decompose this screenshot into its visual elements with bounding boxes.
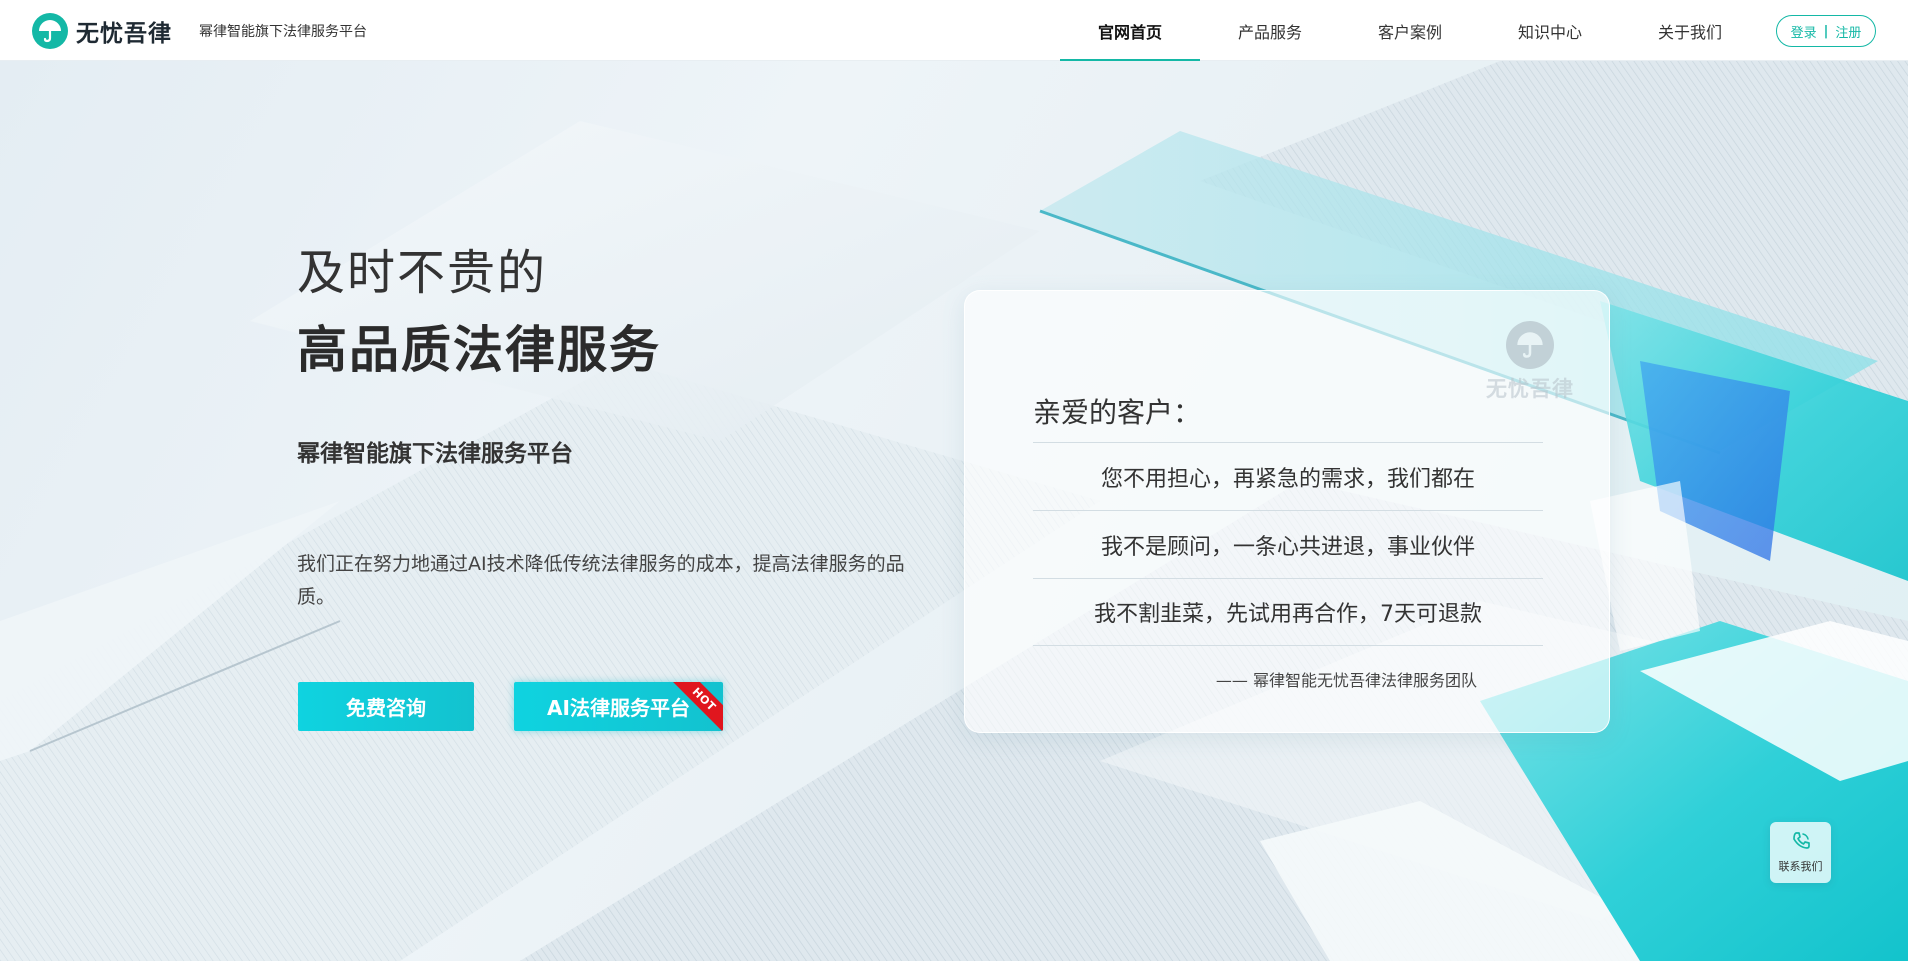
hero-title-line-2: 高品质法律服务 (297, 321, 661, 379)
ai-platform-label: AI法律服务平台 (547, 696, 690, 720)
hero-description: 我们正在努力地通过AI技术降低传统法律服务的成本，提高法律服务的品质。 (297, 553, 905, 608)
auth-divider: | (1823, 23, 1829, 39)
hero-background-graphic (0, 61, 1908, 961)
card-promise-list: 您不用担心，再紧急的需求，我们都在 我不是顾问，一条心共进退，事业伙伴 我不割韭… (1033, 442, 1543, 646)
login-link[interactable]: 登录 (1791, 22, 1817, 41)
register-link[interactable]: 注册 (1835, 22, 1861, 41)
card-promise-line: 您不用担心，再紧急的需求，我们都在 (1033, 442, 1543, 510)
card-watermark-logo: 无忧吾律 (1475, 321, 1585, 411)
umbrella-logo-icon (32, 13, 68, 49)
auth-pill: 登录 | 注册 (1776, 15, 1876, 47)
watermark-text: 无忧吾律 (1486, 377, 1574, 401)
contact-us-float-button[interactable]: 联系我们 (1770, 822, 1831, 883)
hero-subtitle: 幂律智能旗下法律服务平台 (297, 441, 573, 467)
phone-icon (1791, 831, 1811, 855)
top-header: 无忧吾律 幂律智能旗下法律服务平台 官网首页 产品服务 客户案例 知识中心 关于… (0, 0, 1908, 61)
main-nav: 官网首页 产品服务 客户案例 知识中心 关于我们 (1060, 0, 1760, 61)
nav-item-products[interactable]: 产品服务 (1200, 0, 1340, 61)
logo[interactable]: 无忧吾律 (32, 12, 172, 50)
nav-item-home[interactable]: 官网首页 (1060, 0, 1200, 61)
card-signature: —— 幂律智能无忧吾律法律服务团队 (1215, 671, 1477, 690)
card-promise-line: 我不割韭菜，先试用再合作，7天可退款 (1033, 578, 1543, 646)
ai-platform-button[interactable]: AI法律服务平台 HOT (514, 682, 723, 731)
logo-text: 无忧吾律 (76, 21, 172, 47)
hero-title-line-1: 及时不贵的 (297, 245, 548, 301)
promise-card: 无忧吾律 亲爱的客户： 您不用担心，再紧急的需求，我们都在 我不是顾问，一条心共… (964, 290, 1610, 733)
free-consult-label: 免费咨询 (346, 696, 426, 720)
umbrella-watermark-icon (1506, 321, 1554, 369)
free-consult-button[interactable]: 免费咨询 (298, 682, 474, 731)
card-greeting: 亲爱的客户： (1033, 396, 1202, 429)
nav-item-about[interactable]: 关于我们 (1620, 0, 1760, 61)
card-promise-line: 我不是顾问，一条心共进退，事业伙伴 (1033, 510, 1543, 578)
header-slogan: 幂律智能旗下法律服务平台 (199, 24, 367, 40)
hero-banner: 及时不贵的 高品质法律服务 幂律智能旗下法律服务平台 我们正在努力地通过AI技术… (0, 61, 1908, 961)
nav-item-knowledge[interactable]: 知识中心 (1480, 0, 1620, 61)
nav-item-cases[interactable]: 客户案例 (1340, 0, 1480, 61)
contact-us-label: 联系我们 (1778, 860, 1823, 873)
